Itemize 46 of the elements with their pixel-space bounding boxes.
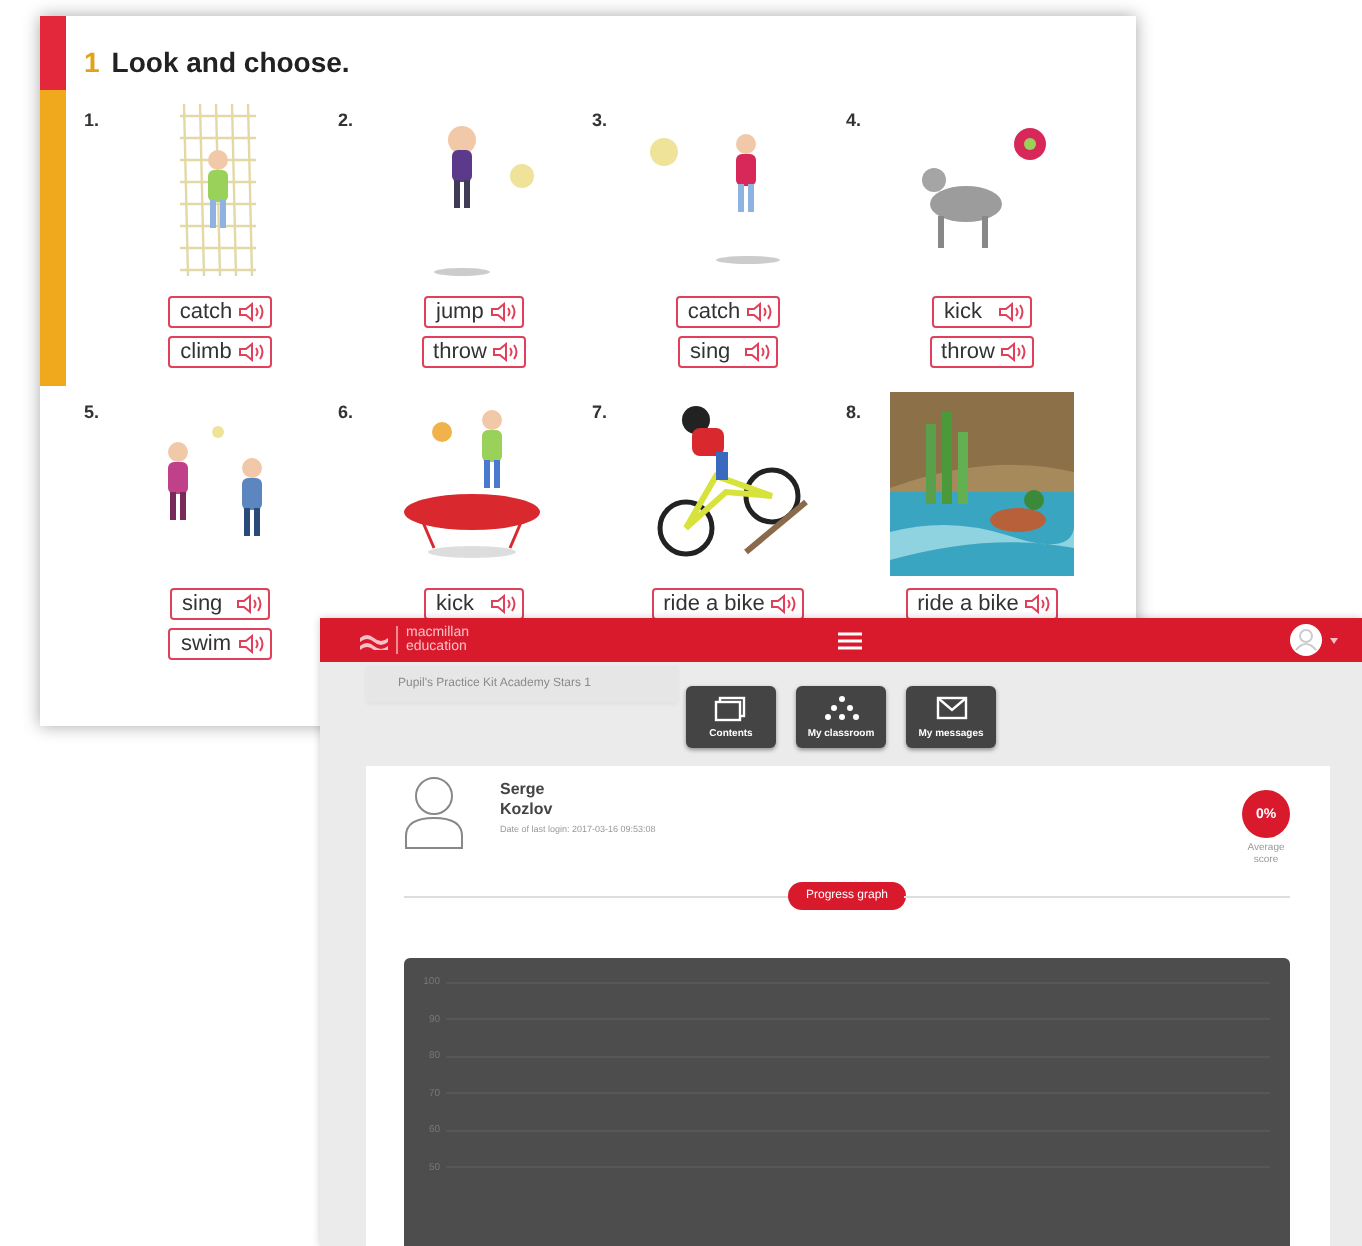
word-button[interactable]: kick: [932, 296, 1032, 328]
word-button[interactable]: swim: [168, 628, 272, 660]
word-button[interactable]: climb: [168, 336, 272, 368]
speaker-icon: [237, 342, 266, 362]
speaker-icon: [1024, 594, 1053, 614]
avatar-icon[interactable]: [1290, 624, 1322, 656]
word-button[interactable]: throw: [929, 336, 1035, 368]
word-button[interactable]: ride a bike: [651, 588, 805, 620]
item-number: 3.: [592, 110, 610, 134]
logo-icon: [360, 631, 388, 649]
speaker-icon: [238, 302, 267, 322]
exercise-title: Look and choose.: [111, 46, 350, 82]
item-number: 5.: [84, 402, 102, 426]
speaker-icon: [490, 302, 518, 322]
exercise-number: 1: [84, 46, 100, 82]
messages-icon: [933, 694, 969, 722]
menu-icon[interactable]: [837, 631, 861, 649]
speaker-icon: [490, 594, 518, 614]
speaker-icon: [770, 594, 799, 614]
first-name: Serge: [500, 780, 547, 800]
item-number: 8.: [846, 402, 864, 426]
speaker-icon: [237, 634, 266, 654]
word-button[interactable]: jump: [424, 296, 524, 328]
word-button[interactable]: catch: [167, 296, 273, 328]
user-avatar-icon: [404, 774, 464, 850]
word-button[interactable]: kick: [424, 588, 524, 620]
item-number: 7.: [592, 402, 610, 426]
item-number: 1.: [84, 110, 102, 134]
item-number: 4.: [846, 110, 864, 134]
word-button[interactable]: throw: [421, 336, 527, 368]
item-number: 2.: [338, 110, 356, 134]
item-number: 6.: [338, 402, 356, 426]
contents-icon: [713, 694, 749, 722]
speaker-icon: [1000, 342, 1029, 362]
word-button[interactable]: sing: [678, 336, 778, 368]
word-button[interactable]: ride a bike: [905, 588, 1059, 620]
word-button[interactable]: catch: [675, 296, 781, 328]
word-button[interactable]: sing: [170, 588, 270, 620]
classroom-icon: [823, 694, 859, 722]
speaker-icon: [744, 342, 772, 362]
speaker-icon: [236, 594, 264, 614]
caret-icon[interactable]: [1330, 637, 1338, 643]
speaker-icon: [998, 302, 1026, 322]
speaker-icon: [492, 342, 521, 362]
speaker-icon: [746, 302, 775, 322]
last-name: Kozlov: [500, 800, 555, 820]
